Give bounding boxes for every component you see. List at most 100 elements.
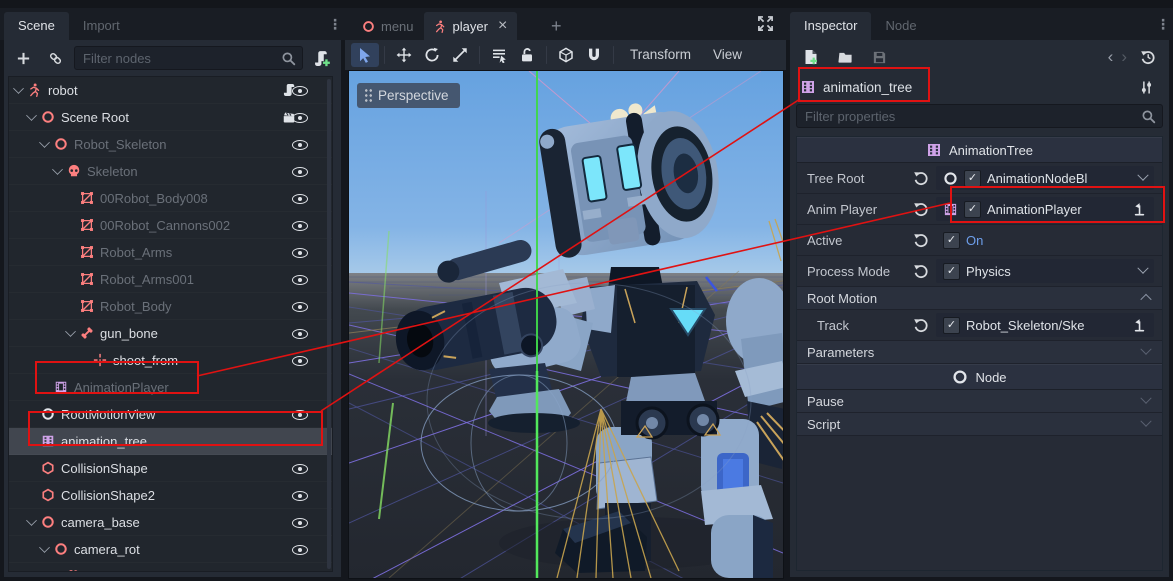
tree-row[interactable]: Scene Root [9, 104, 332, 131]
history-forward-icon[interactable]: › [1121, 47, 1127, 67]
visibility-eye-icon[interactable] [292, 542, 308, 557]
inspector-row[interactable]: Parameters ✓ [797, 341, 1162, 364]
inspector-row[interactable]: AnimationTree ✓ [797, 137, 1162, 163]
inspector-row[interactable]: Process Mode ✓ Physics [797, 256, 1162, 287]
inspector-dock-menu-icon[interactable]: ⋮ [1156, 16, 1170, 32]
inspector-row[interactable]: Root Motion ✓ [797, 287, 1162, 310]
visibility-eye-icon[interactable] [292, 164, 308, 179]
property-value-cell[interactable]: ✓ Robot_Skeleton/Ske [936, 313, 1154, 337]
expander-chevron-icon[interactable] [52, 164, 63, 175]
tab-node[interactable]: Node [871, 12, 930, 40]
history-icon[interactable] [1135, 45, 1161, 69]
inspector-row[interactable]: Pause ✓ [797, 390, 1162, 413]
tab-import[interactable]: Import [69, 12, 134, 40]
inspector-row[interactable]: Track ✓ Robot_Skeleton/Ske [797, 310, 1162, 341]
tree-row[interactable]: 00Robot_Body008 [9, 185, 332, 212]
tab-inspector[interactable]: Inspector [790, 12, 871, 40]
perspective-menu[interactable]: Perspective [357, 83, 460, 108]
tree-row[interactable]: 00Robot_Cannons002 [9, 212, 332, 239]
tree-row[interactable]: Camera [9, 563, 332, 572]
scene-tab[interactable]: menu × [352, 12, 424, 40]
visibility-eye-icon[interactable] [292, 299, 308, 314]
assign-pin-icon[interactable] [1132, 318, 1147, 333]
revert-icon[interactable] [913, 317, 929, 333]
property-value-cell[interactable]: ✓ AnimationPlayer [936, 197, 1154, 221]
tree-row[interactable]: animation_tree [9, 428, 332, 455]
scale-tool-icon[interactable] [446, 43, 474, 67]
expand-viewport-icon[interactable] [757, 15, 774, 32]
inspector-row[interactable]: Script ✓ [797, 413, 1162, 436]
checkbox[interactable]: ✓ [964, 201, 981, 218]
move-tool-icon[interactable] [390, 43, 418, 67]
property-value-cell[interactable]: ✓ On [936, 228, 1154, 252]
tree-row[interactable]: shoot_from [9, 347, 332, 374]
save-resource-button[interactable] [866, 45, 892, 69]
add-scene-tab-icon[interactable]: + [551, 12, 562, 40]
visibility-eye-icon[interactable] [292, 245, 308, 260]
property-value-cell[interactable]: ✓ Physics [936, 259, 1154, 283]
expander-chevron-icon[interactable] [26, 515, 37, 526]
tree-row[interactable]: Skeleton [9, 158, 332, 185]
checkbox[interactable]: ✓ [943, 232, 960, 249]
inspector-row[interactable]: Tree Root ✓ AnimationNodeBl [797, 163, 1162, 194]
checkbox[interactable]: ✓ [964, 170, 981, 187]
tree-row[interactable]: camera_base [9, 509, 332, 536]
history-back-icon[interactable]: ‹ [1108, 47, 1114, 67]
filter-nodes-input[interactable] [74, 46, 303, 70]
group-selected-icon[interactable] [552, 43, 580, 67]
visibility-eye-icon[interactable] [292, 137, 308, 152]
rotate-tool-icon[interactable] [418, 43, 446, 67]
assign-pin-icon[interactable] [1132, 202, 1147, 217]
visibility-eye-icon[interactable] [292, 272, 308, 287]
tree-row[interactable]: robot [9, 77, 332, 104]
tree-row[interactable]: RootMotionView [9, 401, 332, 428]
visibility-eye-icon[interactable] [292, 83, 308, 98]
tree-row[interactable]: AnimationPlayer [9, 374, 332, 401]
expander-chevron-icon[interactable] [13, 83, 24, 94]
revert-icon[interactable] [913, 263, 929, 279]
tree-row[interactable]: camera_rot [9, 536, 332, 563]
attach-script-button[interactable] [309, 46, 335, 70]
visibility-eye-icon[interactable] [292, 353, 308, 368]
visibility-eye-icon[interactable] [292, 110, 308, 125]
close-tab-icon[interactable]: × [498, 19, 507, 33]
property-value-cell[interactable]: ✓ AnimationNodeBl [936, 166, 1154, 190]
revert-icon[interactable] [913, 201, 929, 217]
scene-tab[interactable]: player × [424, 12, 518, 40]
revert-icon[interactable] [913, 232, 929, 248]
tab-scene[interactable]: Scene [4, 12, 69, 40]
add-node-button[interactable] [10, 46, 36, 70]
revert-icon[interactable] [913, 170, 929, 186]
checkbox[interactable]: ✓ [943, 317, 960, 334]
object-tools-icon[interactable] [1133, 75, 1159, 99]
visibility-eye-icon[interactable] [292, 488, 308, 503]
new-resource-button[interactable] [798, 45, 824, 69]
load-resource-button[interactable] [832, 45, 858, 69]
visibility-eye-icon[interactable] [292, 407, 308, 422]
visibility-eye-icon[interactable] [292, 515, 308, 530]
3d-viewport[interactable]: Perspective [348, 70, 784, 579]
visibility-eye-icon[interactable] [292, 326, 308, 341]
select-tool-icon[interactable] [351, 43, 379, 67]
tree-row[interactable]: Robot_Skeleton [9, 131, 332, 158]
tree-row[interactable]: Robot_Arms [9, 239, 332, 266]
tree-row[interactable]: CollisionShape [9, 455, 332, 482]
view-menu[interactable]: View [702, 43, 753, 67]
expander-chevron-icon[interactable] [39, 542, 50, 553]
visibility-eye-icon[interactable] [292, 218, 308, 233]
expander-chevron-icon[interactable] [26, 110, 37, 121]
tree-row[interactable]: Robot_Body [9, 293, 332, 320]
instance-scene-button[interactable] [42, 46, 68, 70]
lock-selected-icon[interactable] [513, 43, 541, 67]
tree-row[interactable]: Robot_Arms001 [9, 266, 332, 293]
tree-row[interactable]: gun_bone [9, 320, 332, 347]
inspector-row[interactable]: Node ✓ [797, 364, 1162, 390]
visibility-eye-icon[interactable] [292, 461, 308, 476]
expander-chevron-icon[interactable] [65, 326, 76, 337]
visibility-eye-icon[interactable] [292, 191, 308, 206]
visibility-eye-icon[interactable] [292, 569, 308, 573]
inspector-row[interactable]: Anim Player ✓ AnimationPlayer [797, 194, 1162, 225]
tree-row[interactable]: CollisionShape2 [9, 482, 332, 509]
list-select-tool-icon[interactable] [485, 43, 513, 67]
checkbox[interactable]: ✓ [943, 263, 960, 280]
